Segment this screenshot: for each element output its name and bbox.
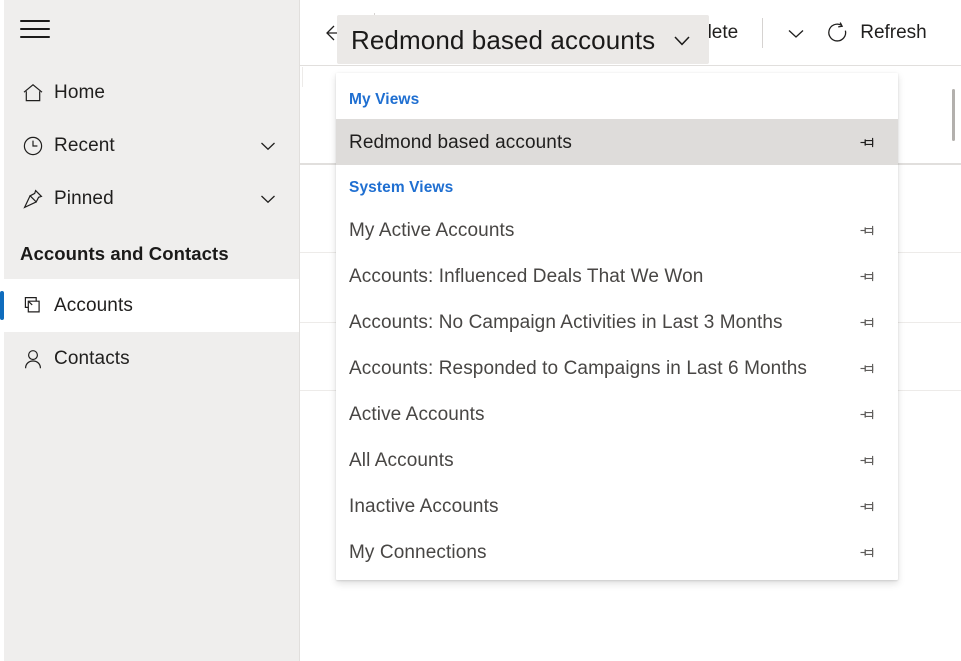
flyout-item-label: All Accounts bbox=[349, 449, 454, 471]
app-root: Home Recent Pinned Accounts and Contacts… bbox=[0, 0, 961, 661]
left-navigation-sidebar: Home Recent Pinned Accounts and Contacts… bbox=[0, 0, 300, 661]
chevron-down-icon[interactable] bbox=[255, 188, 281, 210]
flyout-section-header-system-views: System Views bbox=[349, 179, 454, 196]
sidebar-item-recent[interactable]: Recent bbox=[4, 119, 299, 172]
flyout-item-all-accounts[interactable]: All Accounts bbox=[336, 437, 898, 483]
sidebar-item-pinned[interactable]: Pinned bbox=[4, 172, 299, 225]
flyout-item-label: Inactive Accounts bbox=[349, 495, 499, 517]
refresh-label: Refresh bbox=[860, 21, 927, 43]
command-overflow-chevron-down-icon[interactable] bbox=[777, 10, 815, 56]
view-selector-label: Redmond based accounts bbox=[351, 24, 656, 55]
pin-icon[interactable] bbox=[856, 542, 880, 563]
grid-scrollbar[interactable] bbox=[947, 67, 959, 661]
flyout-item-accounts-no-campaign-activities-in-last-3-months[interactable]: Accounts: No Campaign Activities in Last… bbox=[336, 299, 898, 345]
pin-icon[interactable] bbox=[856, 266, 880, 287]
sidebar-group-title: Accounts and Contacts bbox=[20, 243, 229, 264]
grid-column-separator bbox=[302, 67, 303, 87]
pin-icon[interactable] bbox=[856, 358, 880, 379]
flyout-item-active-accounts[interactable]: Active Accounts bbox=[336, 391, 898, 437]
sidebar-header bbox=[4, 0, 299, 58]
sidebar-content: Home Recent Pinned Accounts and Contacts… bbox=[0, 0, 299, 661]
flyout-item-redmond-based-accounts[interactable]: Redmond based accounts bbox=[336, 119, 898, 165]
pin-icon[interactable] bbox=[856, 450, 880, 471]
refresh-button[interactable]: Refresh bbox=[815, 10, 937, 56]
flyout-item-inactive-accounts[interactable]: Inactive Accounts bbox=[336, 483, 898, 529]
pin-icon[interactable] bbox=[856, 132, 880, 153]
sidebar-item-label: Pinned bbox=[54, 188, 114, 209]
pin-icon bbox=[20, 186, 54, 212]
sidebar-item-home[interactable]: Home bbox=[4, 66, 299, 119]
flyout-item-accounts-influenced-deals-that-we-won[interactable]: Accounts: Influenced Deals That We Won bbox=[336, 253, 898, 299]
contact-person-icon bbox=[20, 346, 54, 372]
sidebar-item-contacts[interactable]: Contacts bbox=[4, 332, 299, 385]
sidebar-item-accounts[interactable]: Accounts bbox=[0, 279, 299, 332]
hamburger-line bbox=[20, 28, 50, 30]
flyout-item-label: My Active Accounts bbox=[349, 219, 515, 241]
clock-icon bbox=[20, 133, 54, 159]
flyout-item-label: My Connections bbox=[349, 541, 487, 563]
hamburger-line bbox=[20, 20, 50, 22]
view-selector-flyout: My Views Redmond based accounts System V… bbox=[336, 73, 898, 580]
sidebar-item-label: Recent bbox=[54, 135, 115, 156]
pin-icon[interactable] bbox=[856, 312, 880, 333]
sidebar-item-label: Accounts bbox=[54, 295, 133, 316]
flyout-item-label: Accounts: Influenced Deals That We Won bbox=[349, 265, 704, 287]
view-selector-button[interactable]: Redmond based accounts bbox=[337, 15, 710, 64]
chevron-down-icon bbox=[669, 27, 695, 53]
home-icon bbox=[20, 80, 54, 106]
flyout-item-label: Accounts: No Campaign Activities in Last… bbox=[349, 311, 783, 333]
flyout-item-label: Redmond based accounts bbox=[349, 131, 572, 153]
sidebar-item-label: Contacts bbox=[54, 348, 130, 369]
pin-icon[interactable] bbox=[856, 404, 880, 425]
flyout-item-label: Accounts: Responded to Campaigns in Last… bbox=[349, 357, 807, 379]
grid-scrollbar-thumb[interactable] bbox=[952, 89, 955, 141]
command-bar-divider bbox=[762, 17, 764, 48]
hamburger-line bbox=[20, 36, 50, 38]
chevron-down-icon[interactable] bbox=[255, 135, 281, 157]
accounts-icon bbox=[20, 293, 54, 319]
refresh-icon bbox=[825, 20, 851, 46]
hamburger-menu-icon[interactable] bbox=[20, 20, 50, 38]
flyout-item-my-connections[interactable]: My Connections bbox=[336, 529, 898, 575]
pin-icon[interactable] bbox=[856, 496, 880, 517]
sidebar-item-label: Home bbox=[54, 82, 106, 103]
flyout-section-header-my-views: My Views bbox=[349, 91, 420, 108]
flyout-item-accounts-responded-to-campaigns-in-last-6-months[interactable]: Accounts: Responded to Campaigns in Last… bbox=[336, 345, 898, 391]
pin-icon[interactable] bbox=[856, 220, 880, 241]
main-content-area: Show Chart New bbox=[300, 0, 961, 661]
flyout-item-my-active-accounts[interactable]: My Active Accounts bbox=[336, 207, 898, 253]
sidebar-nav-list: Home Recent Pinned Accounts and Contacts… bbox=[0, 66, 299, 385]
flyout-item-label: Active Accounts bbox=[349, 403, 485, 425]
